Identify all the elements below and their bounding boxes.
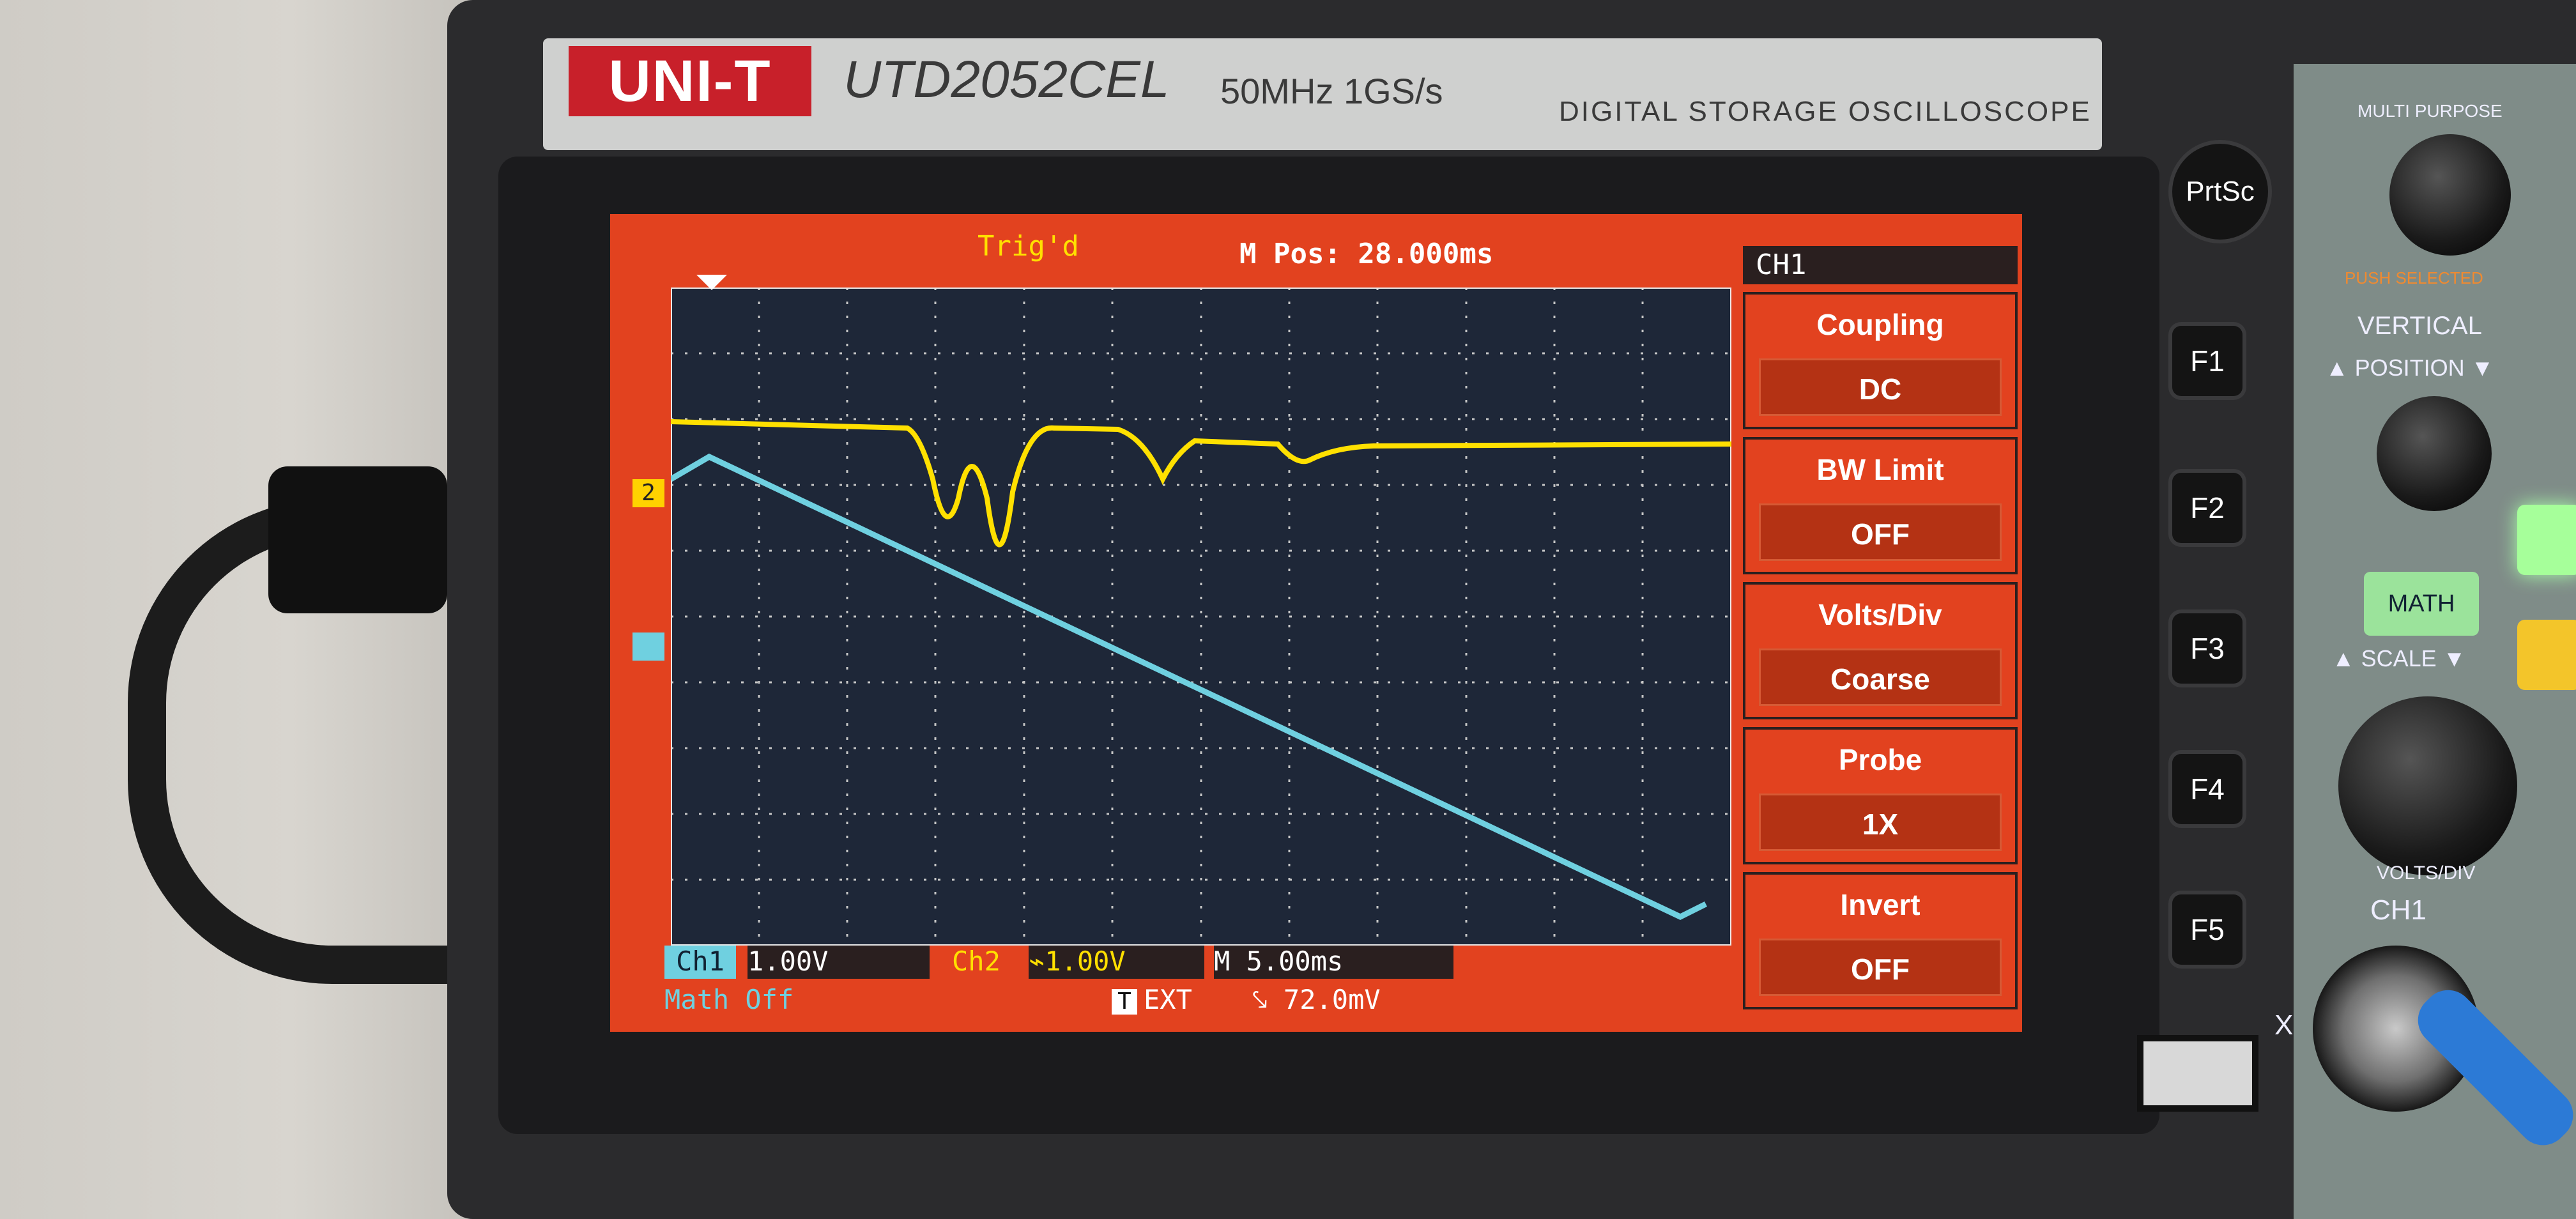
push-selected-label: PUSH SELECTED (2345, 268, 2483, 288)
menu-item-value: DC (1759, 358, 2002, 416)
menu-item-title: Coupling (1816, 308, 1944, 341)
trigger-level: ⤥ 72.0mV (1252, 984, 1381, 1015)
position-knob[interactable] (2377, 396, 2492, 511)
menu-item-bw-limit[interactable]: BW Limit OFF (1743, 437, 2018, 574)
ch2-marker: 2 (632, 479, 664, 507)
ch2-trace (671, 419, 1731, 548)
main-position: M Pos: 28.000ms (1239, 238, 1494, 270)
ch2-label: Ch2 (952, 946, 1000, 977)
menu-item-title: BW Limit (1816, 453, 1944, 486)
ch1-input-label: CH1 (2370, 894, 2427, 926)
model-name: UTD2052CEL (843, 50, 1170, 109)
multi-purpose-label: MULTI PURPOSE (2358, 101, 2503, 121)
scale-knob[interactable] (2338, 696, 2517, 875)
menu-item-invert[interactable]: Invert OFF (1743, 872, 2018, 1009)
trigger-icon: T (1112, 989, 1137, 1015)
f5-button[interactable]: F5 (2172, 894, 2242, 965)
ch1-scale: 1.00V (747, 946, 930, 979)
ch1-led[interactable] (2517, 505, 2576, 575)
graticule (671, 288, 1731, 946)
multi-purpose-knob[interactable] (2389, 134, 2511, 256)
x-label: X (2274, 1009, 2294, 1041)
menu-item-value: Coarse (1759, 648, 2002, 706)
menu-item-probe[interactable]: Probe 1X (1743, 727, 2018, 864)
trigger-position-marker (696, 275, 727, 290)
volts-div-label: VOLTS/DIV (2377, 862, 2476, 884)
waveform-display (671, 288, 1731, 946)
ch2-led[interactable] (2517, 620, 2576, 690)
f1-button[interactable]: F1 (2172, 326, 2242, 396)
brand-logo: UNI-T (569, 46, 811, 116)
menu-item-value: OFF (1759, 503, 2002, 561)
vertical-label: VERTICAL (2358, 312, 2482, 340)
timebase: M 5.00ms (1214, 946, 1453, 979)
usb-port (2137, 1035, 2258, 1112)
ch1-marker (632, 632, 664, 661)
power-plug (268, 466, 447, 613)
f4-button[interactable]: F4 (2172, 754, 2242, 824)
spec-text: 50MHz 1GS/s (1220, 71, 1443, 111)
prtsc-button[interactable]: PrtSc (2172, 144, 2268, 240)
position-label: ▲ POSITION ▼ (2326, 355, 2494, 381)
f2-button[interactable]: F2 (2172, 473, 2242, 543)
ch1-label: Ch1 (664, 946, 736, 979)
menu-item-value: 1X (1759, 793, 2002, 851)
trigger-source: T EXT (1112, 984, 1192, 1015)
device-description: DIGITAL STORAGE OSCILLOSCOPE (1559, 96, 2092, 127)
menu-title: CH1 (1743, 246, 2018, 284)
math-button[interactable]: MATH (2364, 572, 2479, 636)
ch1-trace (671, 453, 1708, 921)
trigger-status: Trig'd (977, 230, 1079, 263)
ch1-menu: CH1 Coupling DC BW Limit OFF Volts/Div C… (1743, 246, 2018, 1019)
trigger-source-label: EXT (1144, 984, 1192, 1015)
menu-item-title: Invert (1840, 888, 1920, 921)
menu-item-title: Volts/Div (1818, 598, 1942, 631)
menu-item-volts-div[interactable]: Volts/Div Coarse (1743, 582, 2018, 719)
menu-item-coupling[interactable]: Coupling DC (1743, 292, 2018, 429)
scale-label: ▲ SCALE ▼ (2332, 645, 2466, 671)
math-status: Math Off (664, 984, 794, 1015)
menu-item-value: OFF (1759, 939, 2002, 996)
menu-item-title: Probe (1838, 743, 1922, 776)
f3-button[interactable]: F3 (2172, 613, 2242, 684)
ch2-scale: ⌁1.00V (1029, 946, 1204, 979)
